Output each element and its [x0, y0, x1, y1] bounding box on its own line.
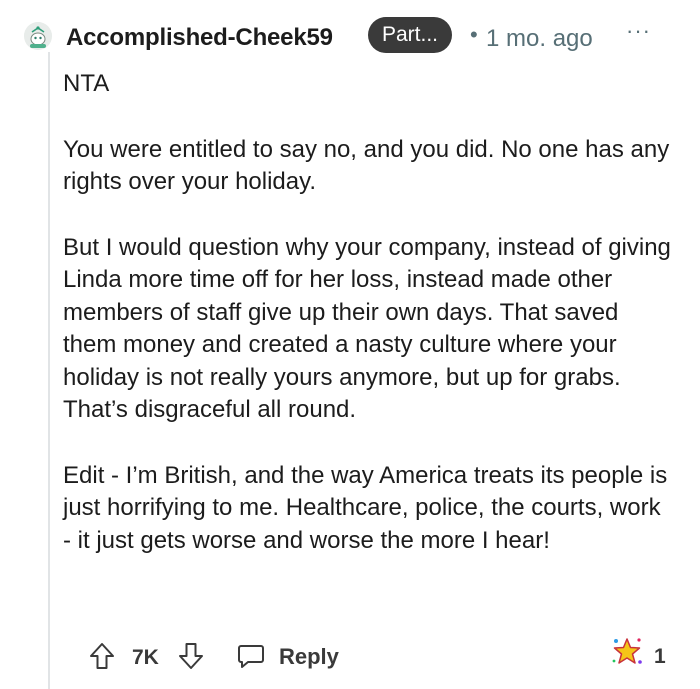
- vote-count: 7K: [132, 646, 159, 669]
- arrow-up-icon: [90, 643, 114, 669]
- comment-timestamp[interactable]: 1 mo. ago: [486, 25, 593, 53]
- avatar[interactable]: [24, 22, 52, 50]
- award-count: 1: [654, 645, 666, 668]
- meta-separator: •: [470, 22, 478, 47]
- snoo-avatar-icon: [24, 22, 52, 50]
- more-options-icon[interactable]: ···: [626, 18, 651, 44]
- user-flair-badge: Part...: [368, 17, 453, 53]
- star-award-icon: [612, 638, 642, 664]
- comment-body: NTA You were entitled to say no, and you…: [63, 68, 673, 590]
- reply-button[interactable]: [236, 638, 266, 674]
- award-button[interactable]: [610, 634, 644, 670]
- upvote-button[interactable]: [88, 638, 116, 674]
- downvote-button[interactable]: [177, 638, 205, 674]
- thread-line[interactable]: [48, 52, 50, 689]
- username-link[interactable]: Accomplished-Cheek59: [66, 24, 333, 52]
- comment-action-bar: 7K Reply 1: [0, 638, 700, 678]
- comment-paragraph: You were entitled to say no, and you did…: [63, 135, 670, 196]
- speech-bubble-icon: [238, 645, 264, 668]
- comment-header: Accomplished-Cheek59 Part... • 1 mo. ago…: [0, 8, 700, 54]
- comment-paragraph: But I would question why your company, i…: [63, 233, 671, 424]
- reply-label[interactable]: Reply: [279, 644, 339, 670]
- arrow-down-icon: [179, 643, 203, 669]
- comment-paragraph: NTA: [63, 70, 110, 97]
- comment-paragraph: Edit - I’m British, and the way America …: [63, 461, 668, 554]
